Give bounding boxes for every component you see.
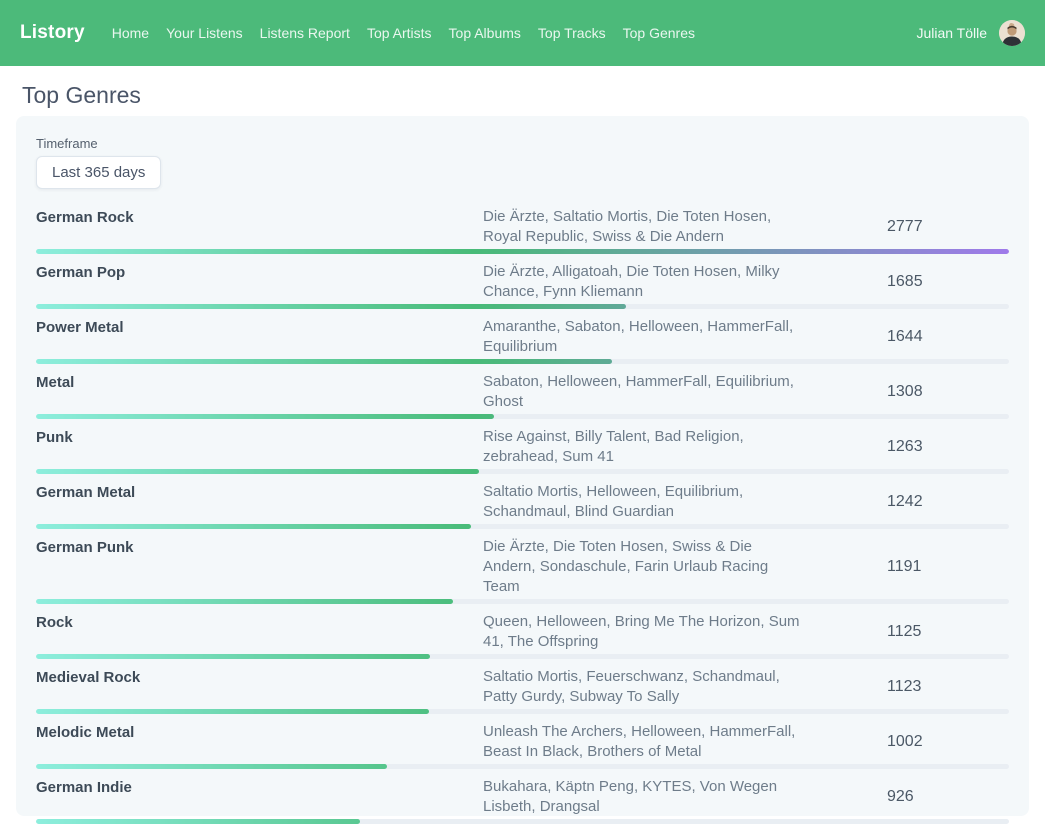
timeframe-select[interactable]: Last 365 days [36, 156, 161, 189]
genre-name: Metal [36, 372, 483, 412]
genre-bar-fill [36, 524, 471, 529]
genre-name: Medieval Rock [36, 667, 483, 707]
main-nav: Home Your Listens Listens Report Top Art… [112, 25, 695, 41]
genre-row: Medieval Rock Saltatio Mortis, Feuerschw… [36, 667, 1009, 722]
genre-top-artists: Saltatio Mortis, Feuerschwanz, Schandmau… [483, 667, 805, 707]
genre-top-artists: Die Ärzte, Alligatoah, Die Toten Hosen, … [483, 262, 805, 302]
genre-bar-fill [36, 249, 1009, 254]
genre-name: Power Metal [36, 317, 483, 357]
genre-listen-count: 1123 [887, 678, 1009, 696]
genre-listen-count: 1263 [887, 438, 1009, 456]
user-name[interactable]: Julian Tölle [916, 25, 987, 41]
user-avatar[interactable] [999, 20, 1025, 46]
genre-top-artists: Bukahara, Käptn Peng, KYTES, Von Wegen L… [483, 777, 805, 817]
genre-name: German Punk [36, 537, 483, 597]
genre-row: German Indie Bukahara, Käptn Peng, KYTES… [36, 777, 1009, 832]
genre-bar-track [36, 709, 1009, 714]
genre-bar-fill [36, 414, 494, 419]
genre-bar-track [36, 599, 1009, 604]
genre-bar-track [36, 469, 1009, 474]
genre-name: Rock [36, 612, 483, 652]
genre-list: German Rock Die Ärzte, Saltatio Mortis, … [36, 207, 1009, 832]
genre-top-artists: Rise Against, Billy Talent, Bad Religion… [483, 427, 805, 467]
genre-bar-track [36, 249, 1009, 254]
nav-link-listens-report[interactable]: Listens Report [260, 25, 350, 41]
nav-link-home[interactable]: Home [112, 25, 149, 41]
genre-bar-fill [36, 709, 429, 714]
genre-listen-count: 926 [887, 788, 1009, 806]
genre-name: German Rock [36, 207, 483, 247]
genre-listen-count: 1644 [887, 328, 1009, 346]
genre-top-artists: Saltatio Mortis, Helloween, Equilibrium,… [483, 482, 805, 522]
app-logo[interactable]: Listory [20, 22, 85, 44]
genre-name: German Indie [36, 777, 483, 817]
genre-top-artists: Die Ärzte, Saltatio Mortis, Die Toten Ho… [483, 207, 805, 247]
genre-bar-track [36, 764, 1009, 769]
genre-row: German Metal Saltatio Mortis, Helloween,… [36, 482, 1009, 537]
genre-name: German Metal [36, 482, 483, 522]
genre-name: Melodic Metal [36, 722, 483, 762]
genre-listen-count: 1125 [887, 623, 1009, 641]
genre-top-artists: Die Ärzte, Die Toten Hosen, Swiss & Die … [483, 537, 805, 597]
genre-row: Melodic Metal Unleash The Archers, Hello… [36, 722, 1009, 777]
genre-name: German Pop [36, 262, 483, 302]
nav-link-top-albums[interactable]: Top Albums [449, 25, 521, 41]
genre-bar-track [36, 304, 1009, 309]
genre-bar-fill [36, 359, 612, 364]
genre-bar-fill [36, 469, 479, 474]
genre-bar-track [36, 359, 1009, 364]
genre-bar-track [36, 414, 1009, 419]
nav-link-top-tracks[interactable]: Top Tracks [538, 25, 606, 41]
main-content: Top Genres Timeframe Last 365 days Germa… [0, 82, 1045, 816]
genre-top-artists: Unleash The Archers, Helloween, HammerFa… [483, 722, 805, 762]
genre-row: Power Metal Amaranthe, Sabaton, Hellowee… [36, 317, 1009, 372]
nav-link-top-genres[interactable]: Top Genres [623, 25, 695, 41]
genre-bar-track [36, 524, 1009, 529]
genre-name: Punk [36, 427, 483, 467]
genre-bar-fill [36, 764, 387, 769]
genre-bar-track [36, 819, 1009, 824]
genre-bar-fill [36, 304, 626, 309]
genre-row: Punk Rise Against, Billy Talent, Bad Rel… [36, 427, 1009, 482]
nav-link-your-listens[interactable]: Your Listens [166, 25, 243, 41]
genre-top-artists: Sabaton, Helloween, HammerFall, Equilibr… [483, 372, 805, 412]
genre-listen-count: 1685 [887, 273, 1009, 291]
genre-listen-count: 1002 [887, 733, 1009, 751]
genre-row: Rock Queen, Helloween, Bring Me The Hori… [36, 612, 1009, 667]
top-genres-card: Timeframe Last 365 days German Rock Die … [16, 116, 1029, 816]
genre-listen-count: 2777 [887, 218, 1009, 236]
genre-listen-count: 1308 [887, 383, 1009, 401]
genre-listen-count: 1242 [887, 493, 1009, 511]
genre-row: German Pop Die Ärzte, Alligatoah, Die To… [36, 262, 1009, 317]
genre-row: Metal Sabaton, Helloween, HammerFall, Eq… [36, 372, 1009, 427]
genre-bar-track [36, 654, 1009, 659]
genre-row: German Punk Die Ärzte, Die Toten Hosen, … [36, 537, 1009, 612]
genre-top-artists: Amaranthe, Sabaton, Helloween, HammerFal… [483, 317, 805, 357]
genre-listen-count: 1191 [887, 558, 1009, 576]
top-navigation-bar: Listory Home Your Listens Listens Report… [0, 0, 1045, 66]
genre-bar-fill [36, 599, 453, 604]
nav-link-top-artists[interactable]: Top Artists [367, 25, 432, 41]
avatar-photo-icon [999, 20, 1025, 46]
page-title: Top Genres [22, 82, 1023, 109]
timeframe-label: Timeframe [36, 136, 1009, 151]
genre-bar-fill [36, 654, 430, 659]
genre-bar-fill [36, 819, 360, 824]
genre-row: German Rock Die Ärzte, Saltatio Mortis, … [36, 207, 1009, 262]
genre-top-artists: Queen, Helloween, Bring Me The Horizon, … [483, 612, 805, 652]
